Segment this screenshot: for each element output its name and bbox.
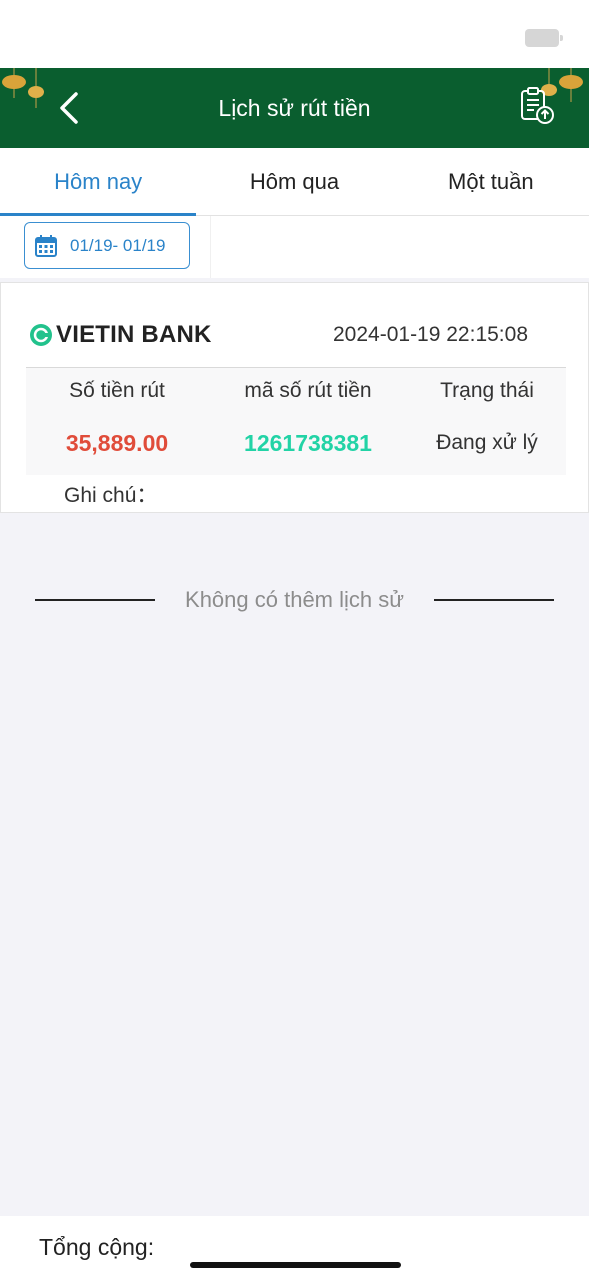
- tab-one-week[interactable]: Một tuần: [393, 148, 589, 215]
- home-indicator[interactable]: [190, 1262, 401, 1268]
- filter-bar: 01/19- 01/19: [0, 216, 589, 278]
- divider: [210, 216, 211, 278]
- record-details: Số tiền rút mã số rút tiền Trạng thái 35…: [26, 367, 566, 475]
- app-header: Lịch sử rút tiền: [0, 68, 589, 148]
- no-more-history: Không có thêm lịch sử: [0, 583, 589, 617]
- withdrawal-record-card[interactable]: VIETIN BANK 2024-01-19 22:15:08 Số tiền …: [0, 282, 589, 513]
- tab-today[interactable]: Hôm nay: [0, 148, 197, 216]
- record-details-header: Số tiền rút mã số rút tiền Trạng thái: [26, 368, 566, 413]
- date-range-button[interactable]: 01/19- 01/19: [24, 222, 190, 269]
- date-range-label: 01/19- 01/19: [70, 235, 166, 255]
- withdraw-code: 1261738381: [244, 429, 372, 456]
- clipboard-upload-icon: [521, 87, 554, 124]
- export-history-button[interactable]: [517, 86, 557, 126]
- total-label: Tổng cộng:: [39, 1234, 155, 1260]
- status-badge: Đang xử lý: [436, 431, 538, 454]
- note-label: Ghi chú：: [64, 484, 158, 507]
- status-bar: [0, 0, 589, 68]
- divider: [434, 599, 554, 601]
- page-title: Lịch sử rút tiền: [218, 95, 371, 121]
- bank-row: VIETIN BANK: [29, 321, 212, 349]
- record-datetime: 2024-01-19 22:15:08: [333, 323, 528, 346]
- battery-icon: [525, 29, 563, 47]
- column-status-header: Trạng thái: [440, 378, 534, 402]
- footer-total-bar: Tổng cộng:: [0, 1216, 589, 1280]
- withdraw-amount: 35,889.00: [65, 429, 169, 456]
- bank-name: VIETIN BANK: [56, 321, 212, 348]
- column-amount-header: Số tiền rút: [69, 378, 165, 402]
- record-details-values: 35,889.00 1261738381 Đang xử lý: [26, 413, 566, 473]
- tab-yesterday[interactable]: Hôm qua: [196, 148, 392, 215]
- column-code-header: mã số rút tiền: [244, 378, 372, 402]
- period-tabs: Hôm nay Hôm qua Một tuần: [0, 148, 589, 216]
- calendar-icon: [35, 234, 57, 257]
- vietinbank-logo-icon: [30, 324, 52, 346]
